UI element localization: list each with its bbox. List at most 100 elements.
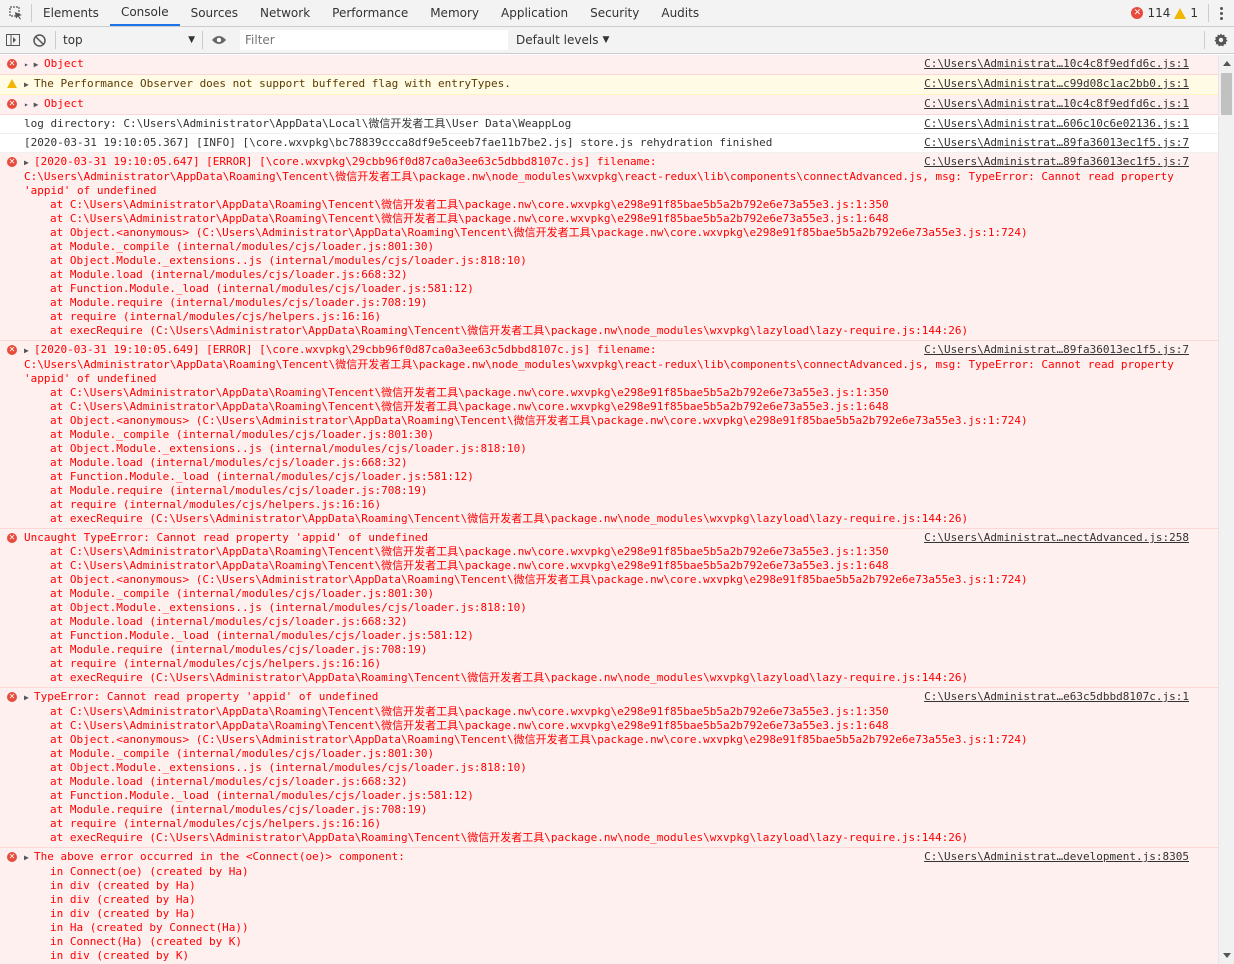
stack-frame: at C:\Users\Administrator\AppData\Roamin… xyxy=(50,705,889,718)
console-message-error[interactable]: ✕ ▶ The above error occurred in the <Conne… xyxy=(0,848,1218,964)
tab-sources[interactable]: Sources xyxy=(180,0,249,26)
error-icon: ✕ xyxy=(7,852,17,862)
devtools-tab-bar: Elements Console Sources Network Performance… xyxy=(0,0,1234,27)
stack-frame: at Module.require (internal/modules/cjs/… xyxy=(50,643,428,656)
warning-icon xyxy=(7,79,17,88)
stack-frame: at C:\Users\Administrator\AppData\Roamin… xyxy=(50,212,889,225)
error-icon: ✕ xyxy=(7,533,17,543)
stack-frame: at Object.<anonymous> (C:\Users\Administ… xyxy=(50,573,1028,586)
stack-frame: at Module.load (internal/modules/cjs/loa… xyxy=(50,456,408,469)
console-message-log[interactable]: [2020-03-31 19:10:05.367] [INFO] [\core.… xyxy=(0,134,1218,153)
stack-frame: at Object.<anonymous> (C:\Users\Administ… xyxy=(50,733,1028,746)
stack-frame: at Function.Module._load (internal/modul… xyxy=(50,282,474,295)
expand-triangle-icon[interactable]: ▸ ▶ xyxy=(24,58,44,72)
expand-triangle-icon[interactable]: ▶ xyxy=(24,156,34,170)
scrollbar-thumb[interactable] xyxy=(1221,73,1232,115)
expand-triangle-icon[interactable]: ▶ xyxy=(24,851,34,865)
expand-triangle-icon[interactable]: ▶ xyxy=(24,78,34,92)
error-icon: ✕ xyxy=(7,692,17,702)
stack-frame: at execRequire (C:\Users\Administrator\A… xyxy=(50,831,969,844)
source-link[interactable]: C:\Users\Administrat…10c4c8f9edfd6c.js:1 xyxy=(918,97,1189,111)
console-scrollbar[interactable] xyxy=(1218,55,1234,964)
stack-frame: in div (created by Ha) xyxy=(50,907,196,920)
message-text: Object xyxy=(44,57,84,70)
error-count: 114 xyxy=(1147,6,1171,20)
stack-frame: at C:\Users\Administrator\AppData\Roamin… xyxy=(50,545,889,558)
stack-frame: at require (internal/modules/cjs/helpers… xyxy=(50,817,382,830)
console-settings-button[interactable] xyxy=(1208,27,1234,54)
console-message-error[interactable]: ✕ Uncaught TypeError: Cannot read propert… xyxy=(0,529,1218,688)
dropdown-arrow-icon: ▼ xyxy=(188,35,195,45)
message-text: TypeError: Cannot read property 'appid' … xyxy=(34,690,379,703)
expand-triangle-icon[interactable]: ▸ ▶ xyxy=(24,98,44,112)
stack-frame: at Module._compile (internal/modules/cjs… xyxy=(50,587,435,600)
message-text: The above error occurred in the <Connect… xyxy=(34,850,405,863)
stack-frame: at Function.Module._load (internal/modul… xyxy=(50,629,474,642)
tab-application[interactable]: Application xyxy=(490,0,579,26)
stack-frame: at Function.Module._load (internal/modul… xyxy=(50,789,474,802)
source-link[interactable]: C:\Users\Administrat…e63c5dbbd8107c.js:1 xyxy=(918,690,1189,704)
console-message-error[interactable]: ✕ ▶ TypeError: Cannot read property 'appid… xyxy=(0,688,1218,848)
stack-frame: at Module._compile (internal/modules/cjs… xyxy=(50,240,435,253)
console-message-error[interactable]: ✕ ▸ ▶ Object C:\Users\Administrat…10c4c8f9e… xyxy=(0,55,1218,75)
error-icon: ✕ xyxy=(7,345,17,355)
clear-icon xyxy=(32,33,46,47)
stack-frame: at require (internal/modules/cjs/helpers… xyxy=(50,498,382,511)
message-text: Uncaught TypeError: Cannot read property… xyxy=(24,531,428,544)
scroll-down-arrow-icon[interactable] xyxy=(1223,953,1231,958)
source-link[interactable]: C:\Users\Administrat…606c10c6e02136.js:1 xyxy=(918,117,1189,131)
stack-frame: at require (internal/modules/cjs/helpers… xyxy=(50,310,382,323)
stack-frame: in div (created by K) xyxy=(50,949,190,962)
tab-network[interactable]: Network xyxy=(249,0,321,26)
tab-memory[interactable]: Memory xyxy=(419,0,490,26)
log-levels-label: Default levels xyxy=(516,33,599,47)
stack-frame: at Module.load (internal/modules/cjs/loa… xyxy=(50,268,408,281)
source-link[interactable]: C:\Users\Administrat…89fa36013ec1f5.js:7 xyxy=(918,343,1189,357)
tab-performance[interactable]: Performance xyxy=(321,0,419,26)
inspect-element-icon[interactable] xyxy=(0,4,32,22)
source-link[interactable]: C:\Users\Administrat…10c4c8f9edfd6c.js:1 xyxy=(918,57,1189,71)
issue-counts[interactable]: ✕ 114 1 xyxy=(1131,0,1208,26)
dropdown-arrow-icon: ▼ xyxy=(602,35,610,45)
stack-frame: in div (created by Ha) xyxy=(50,879,196,892)
source-link[interactable]: C:\Users\Administrat…89fa36013ec1f5.js:7 xyxy=(918,155,1189,169)
error-count-icon: ✕ xyxy=(1131,7,1144,19)
stack-frame: at C:\Users\Administrator\AppData\Roamin… xyxy=(50,198,889,211)
filter-input[interactable] xyxy=(240,30,508,50)
clear-console-button[interactable] xyxy=(26,27,52,54)
message-text: C:\Users\Administrator\AppData\Roaming\T… xyxy=(24,358,1174,371)
console-messages[interactable]: ✕ ▸ ▶ Object C:\Users\Administrat…10c4c8f9e… xyxy=(0,55,1218,964)
expand-triangle-icon[interactable]: ▶ xyxy=(24,691,34,705)
tab-console[interactable]: Console xyxy=(109,0,180,26)
show-sidebar-button[interactable] xyxy=(0,27,26,54)
source-link[interactable]: C:\Users\Administrat…89fa36013ec1f5.js:7 xyxy=(918,136,1189,150)
stack-frame: at Object.Module._extensions..js (intern… xyxy=(50,442,527,455)
stack-frame: at require (internal/modules/cjs/helpers… xyxy=(50,657,382,670)
log-levels-dropdown[interactable]: Default levels ▼ xyxy=(516,33,609,47)
stack-frame: at Function.Module._load (internal/modul… xyxy=(50,470,474,483)
tab-security[interactable]: Security xyxy=(579,0,650,26)
source-link[interactable]: C:\Users\Administrat…c99d08c1ac2bb0.js:1 xyxy=(918,77,1189,91)
stack-frame: at Object.Module._extensions..js (intern… xyxy=(50,601,527,614)
message-text: The Performance Observer does not suppor… xyxy=(34,77,511,90)
tab-elements[interactable]: Elements xyxy=(32,0,110,26)
console-message-error[interactable]: ✕ ▶ [2020-03-31 19:10:05.647] [ERROR] [\co… xyxy=(0,153,1218,341)
source-link[interactable]: C:\Users\Administrat…nectAdvanced.js:258 xyxy=(918,531,1189,545)
console-message-log[interactable]: log directory: C:\Users\Administrator\Ap… xyxy=(0,115,1218,134)
scroll-up-arrow-icon[interactable] xyxy=(1223,61,1231,66)
expand-triangle-icon[interactable]: ▶ xyxy=(24,344,34,358)
warning-count: 1 xyxy=(1190,6,1198,20)
stack-frame: at Module.load (internal/modules/cjs/loa… xyxy=(50,775,408,788)
message-text: [2020-03-31 19:10:05.367] [INFO] [\core.… xyxy=(24,136,773,149)
more-options-icon[interactable] xyxy=(1208,4,1234,22)
message-text: [2020-03-31 19:10:05.649] [ERROR] [\core… xyxy=(34,343,657,356)
message-text: 'appid' of undefined xyxy=(24,372,157,385)
live-expression-button[interactable] xyxy=(206,27,232,54)
tab-audits[interactable]: Audits xyxy=(650,0,710,26)
console-message-warning[interactable]: ▶ The Performance Observer does not suppo… xyxy=(0,75,1218,95)
console-message-error[interactable]: ✕ ▶ [2020-03-31 19:10:05.649] [ERROR] [\co… xyxy=(0,341,1218,529)
console-message-error[interactable]: ✕ ▸ ▶ Object C:\Users\Administrat…10c4c8f9e… xyxy=(0,95,1218,115)
context-selector[interactable]: top ▼ xyxy=(59,30,199,50)
stack-frame: in Ha (created by Connect(Ha)) xyxy=(50,921,249,934)
source-link[interactable]: C:\Users\Administrat…development.js:8305 xyxy=(918,850,1189,864)
